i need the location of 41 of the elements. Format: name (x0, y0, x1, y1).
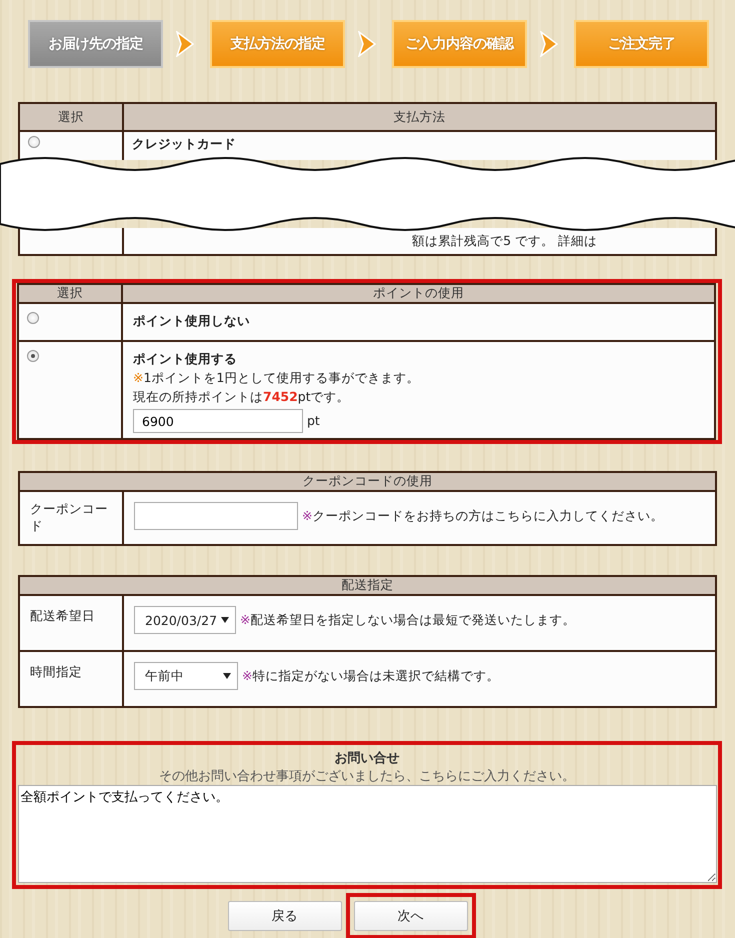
section-header: クーポンコードの使用 (19, 472, 716, 491)
delivery-note: ※特に指定がない場合は未選択で結構です。 (242, 668, 500, 684)
step-label: お届け先の指定 (28, 20, 163, 68)
nav-button[interactable]: 戻る (228, 901, 342, 931)
column-header: 支払方法 (123, 103, 716, 131)
dropdown[interactable]: 2020/03/27 (134, 606, 236, 634)
chevron-icon (358, 31, 376, 57)
option-label: ポイント使用しない (133, 313, 250, 328)
step-label: ご注文完了 (574, 20, 709, 68)
unit-label: pt (307, 412, 320, 430)
coupon-input[interactable] (134, 502, 298, 530)
caret-icon (223, 673, 231, 679)
chevron-icon (540, 31, 558, 57)
payment-option-label: クレジットカード (132, 136, 236, 151)
field-label: 配送希望日 (30, 608, 95, 623)
caret-icon (221, 617, 229, 623)
field-label: クーポンコード (30, 501, 108, 533)
payment-note-fragment: です。 詳細は (515, 233, 597, 250)
point-note: ※1ポイントを1円として使用する事ができます。 (133, 369, 420, 387)
points-input[interactable]: 6900 (133, 409, 303, 433)
section-header: 配送指定 (19, 576, 716, 595)
radio-button[interactable] (27, 350, 39, 362)
radio-button[interactable] (28, 136, 40, 148)
inquiry-title: お問い合せ (334, 750, 400, 767)
point-balance: 現在の所持ポイントは7452ptです。 (133, 388, 351, 406)
option-label: ポイント使用する (133, 350, 238, 368)
inquiry-textarea[interactable]: 全額ポイントで支払ってください。 (18, 785, 716, 883)
step-label: 支払方法の指定 (210, 20, 345, 68)
column-header: 選択 (19, 103, 123, 131)
inquiry-subtitle: その他お問い合わせ事項がございましたら、こちらにご入力ください。 (159, 768, 575, 785)
column-header: ポイントの使用 (122, 284, 715, 303)
payment-note-fragment: 額は累計残高で5 (412, 233, 512, 250)
column-header: 選択 (18, 284, 122, 303)
coupon-note: ※クーポンコードをお持ちの方はこちらに入力してください。 (302, 508, 664, 524)
radio-button[interactable] (27, 312, 39, 324)
nav-button[interactable]: 次へ (354, 901, 468, 931)
field-label: 時間指定 (30, 664, 82, 679)
dropdown[interactable]: 午前中 (134, 662, 238, 690)
delivery-note: ※配送希望日を指定しない場合は最短で発送いたします。 (240, 612, 576, 628)
step-label: ご入力内容の確認 (392, 20, 527, 68)
chevron-icon (176, 31, 194, 57)
